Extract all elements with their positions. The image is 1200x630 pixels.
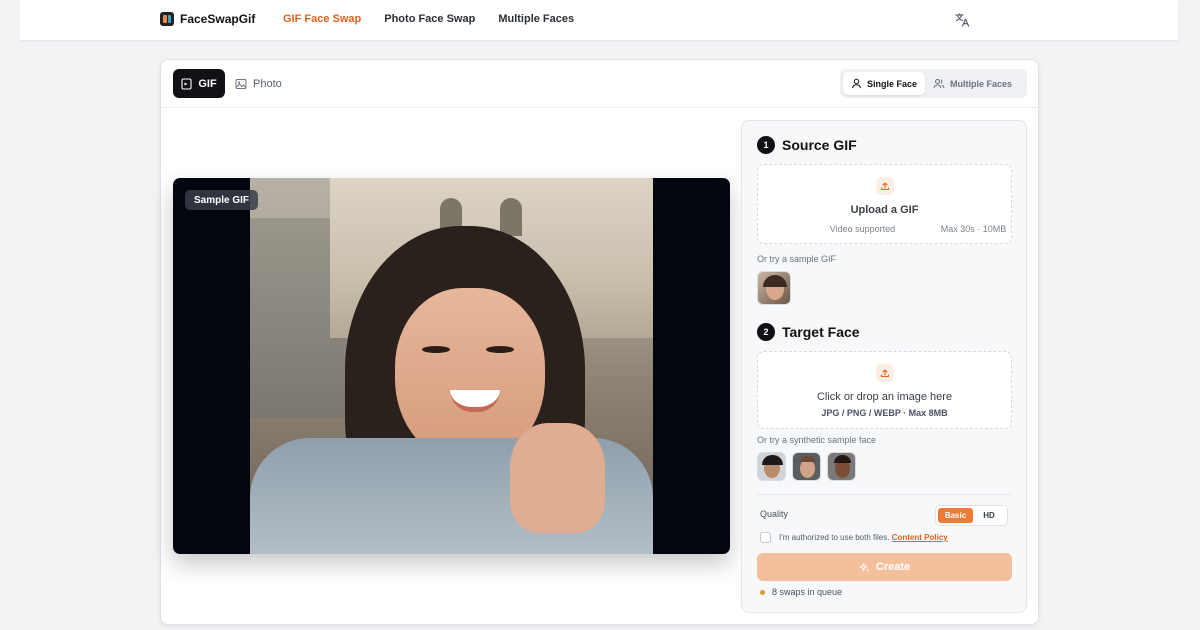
target-step-header: 2 Target Face bbox=[757, 323, 860, 341]
consent-row: I'm authorized to use both files. Conten… bbox=[760, 532, 948, 543]
quality-hd-button[interactable]: HD bbox=[973, 508, 1005, 523]
top-navbar: FaceSwapGif GIF Face Swap Photo Face Swa… bbox=[20, 0, 1178, 41]
queue-status: 8 swaps in queue bbox=[760, 587, 842, 597]
main-nav: GIF Face Swap Photo Face Swap Multiple F… bbox=[283, 13, 597, 25]
brand-name: FaceSwapGif bbox=[180, 12, 256, 26]
face-mode-toggle: Single Face Multiple Faces bbox=[840, 69, 1027, 98]
tab-photo[interactable]: Photo bbox=[235, 69, 282, 98]
sample-gif-thumbnail[interactable] bbox=[757, 271, 791, 305]
nav-photo-face-swap[interactable]: Photo Face Swap bbox=[384, 13, 475, 25]
users-icon bbox=[933, 79, 945, 89]
user-icon bbox=[852, 78, 861, 89]
step-number: 1 bbox=[757, 136, 775, 154]
accepted-formats: JPG / PNG / WEBP · Max 8MB bbox=[821, 408, 948, 418]
gif-file-icon bbox=[181, 77, 192, 90]
create-button-label: Create bbox=[875, 561, 911, 573]
multiple-faces-label: Multiple Faces bbox=[950, 78, 1013, 89]
upload-gif-label: Upload a GIF bbox=[850, 204, 919, 216]
consent-checkbox[interactable] bbox=[760, 532, 771, 543]
size-limit-note: Max 30s · 10MB bbox=[940, 224, 1007, 234]
tab-gif-label: GIF bbox=[198, 77, 217, 90]
source-step-header: 1 Source GIF bbox=[757, 136, 857, 154]
card-header: GIF Photo Single Face Multiple Faces bbox=[161, 60, 1038, 108]
single-face-label: Single Face bbox=[867, 78, 918, 89]
sample-face-1[interactable] bbox=[757, 452, 786, 481]
quality-label: Quality bbox=[760, 509, 789, 519]
sample-face-2[interactable] bbox=[792, 452, 821, 481]
status-dot-icon bbox=[760, 589, 765, 595]
sample-face-3[interactable] bbox=[827, 452, 856, 481]
upload-icon bbox=[875, 364, 894, 382]
preview-image bbox=[250, 178, 653, 554]
step-number: 2 bbox=[757, 323, 775, 341]
translate-icon[interactable] bbox=[954, 12, 970, 28]
brand-logo[interactable]: FaceSwapGif bbox=[160, 12, 255, 26]
sample-gif-hint: Or try a sample GIF bbox=[757, 254, 837, 264]
nav-gif-face-swap[interactable]: GIF Face Swap bbox=[283, 13, 361, 25]
divider bbox=[757, 494, 1012, 495]
multiple-faces-button[interactable]: Multiple Faces bbox=[925, 72, 1020, 95]
consent-text: I'm authorized to use both files. bbox=[779, 533, 890, 542]
quality-toggle: Basic HD bbox=[935, 505, 1008, 526]
drop-image-label: Click or drop an image here bbox=[816, 391, 953, 403]
single-face-button[interactable]: Single Face bbox=[843, 72, 926, 95]
tab-gif[interactable]: GIF bbox=[173, 69, 225, 98]
tab-photo-label: Photo bbox=[253, 77, 282, 90]
create-button[interactable]: Create bbox=[757, 553, 1012, 581]
quality-basic-button[interactable]: Basic bbox=[938, 508, 973, 523]
source-title: Source GIF bbox=[782, 137, 857, 153]
image-icon bbox=[235, 78, 247, 89]
nav-multiple-faces[interactable]: Multiple Faces bbox=[498, 13, 574, 25]
content-policy-link[interactable]: Content Policy bbox=[892, 533, 948, 542]
sparkle-icon bbox=[859, 562, 869, 571]
logo-icon bbox=[160, 12, 174, 26]
sample-face-hint: Or try a synthetic sample face bbox=[757, 435, 877, 445]
face-swap-card: GIF Photo Single Face Multiple Faces Sam… bbox=[160, 59, 1039, 625]
gif-upload-dropzone[interactable]: Upload a GIF Video supported Max 30s · 1… bbox=[757, 164, 1012, 244]
swap-settings-panel: 1 Source GIF Upload a GIF Video supporte… bbox=[741, 120, 1027, 613]
upload-icon bbox=[875, 177, 894, 195]
target-title: Target Face bbox=[782, 324, 860, 340]
queue-text: 8 swaps in queue bbox=[772, 587, 843, 597]
gif-preview: Sample GIF bbox=[173, 178, 730, 554]
sample-gif-badge: Sample GIF bbox=[185, 190, 259, 210]
face-image-dropzone[interactable]: Click or drop an image here JPG / PNG / … bbox=[757, 351, 1012, 429]
